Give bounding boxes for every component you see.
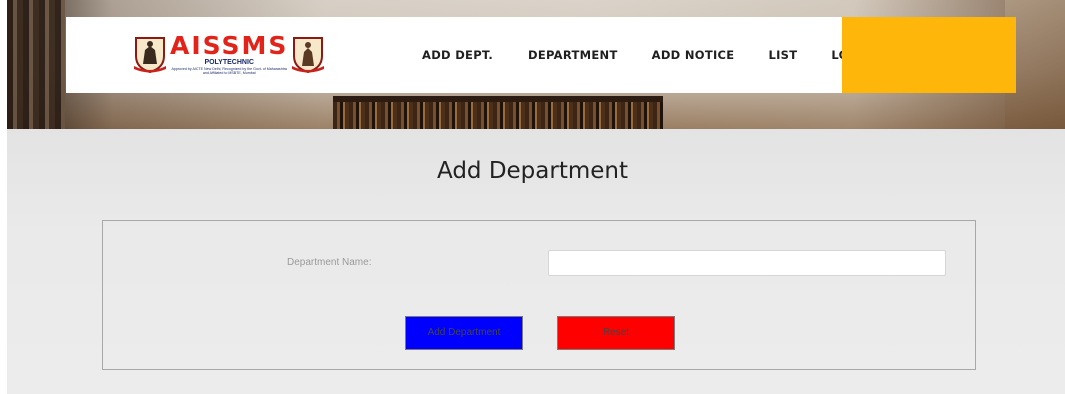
logo-tagline: Approved by AICTE New Delhi, Recognized …	[171, 66, 287, 75]
nav-list[interactable]: LIST	[768, 48, 797, 62]
logo-title: AISSMS	[170, 30, 289, 60]
department-name-label: Department Name:	[287, 257, 372, 268]
page-title: Add Department	[436, 158, 629, 184]
hero-bookshelf-center	[333, 96, 663, 129]
nav-department[interactable]: DEPARTMENT	[528, 48, 618, 62]
add-department-button[interactable]: Add Department	[405, 316, 523, 350]
logo-subtitle: POLYTECHNIC	[204, 58, 254, 66]
nav-accent-block	[842, 17, 1016, 93]
logo-wordmark: AISSMS POLYTECHNIC Approved by AICTE New…	[170, 33, 288, 76]
main-nav: ADD DEPT. DEPARTMENT ADD NOTICE LIST LOG…	[422, 17, 886, 93]
add-department-form	[102, 220, 976, 370]
nav-add-dept[interactable]: ADD DEPT.	[422, 48, 493, 62]
shivaji-emblem-icon	[130, 34, 170, 74]
site-logo[interactable]: AISSMS POLYTECHNIC Approved by AICTE New…	[130, 21, 325, 87]
hero-bookshelf-left	[7, 0, 65, 129]
nav-add-notice[interactable]: ADD NOTICE	[652, 48, 735, 62]
department-name-input[interactable]	[548, 250, 946, 276]
page: AISSMS POLYTECHNIC Approved by AICTE New…	[0, 0, 1065, 394]
reset-button[interactable]: Reset	[557, 316, 675, 350]
navbar: AISSMS POLYTECHNIC Approved by AICTE New…	[66, 17, 1016, 93]
shivaji-statue-icon	[288, 34, 328, 74]
